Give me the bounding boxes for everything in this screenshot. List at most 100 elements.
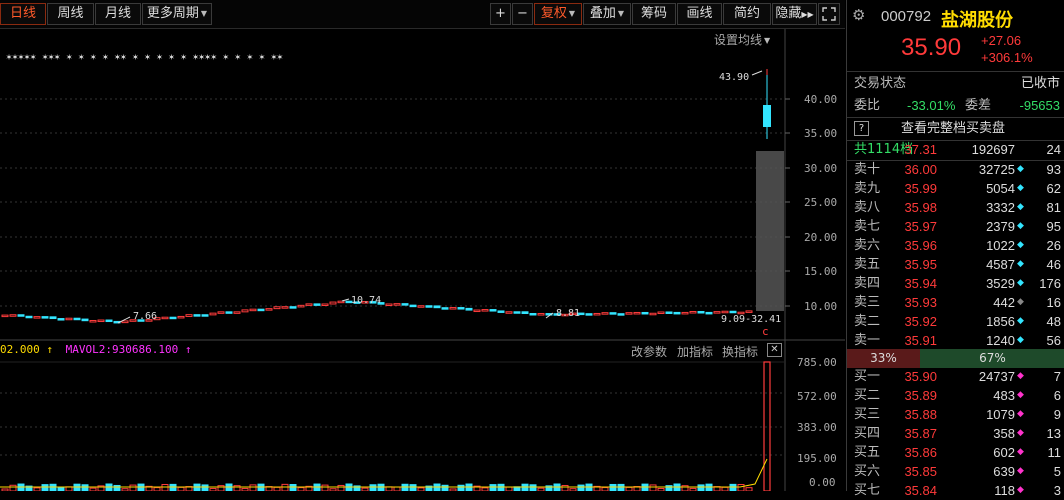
- tab-more-periods[interactable]: 更多周期 ▼: [142, 3, 212, 25]
- diamond-icon: ◆: [1017, 466, 1024, 476]
- bid-level-row[interactable]: 买二 35.89 483 ◆ 6: [847, 386, 1064, 405]
- set-ma-dropdown[interactable]: 设置均线 ▼: [714, 31, 770, 48]
- draw-line-button[interactable]: 画线: [677, 3, 722, 25]
- level-label: 卖八: [854, 200, 881, 215]
- bid-level-row[interactable]: 买六 35.85 639 ◆ 5: [847, 462, 1064, 481]
- ask-level-row[interactable]: 卖三 35.93 442 ◆ 16: [847, 293, 1064, 312]
- ask-level-row[interactable]: 卖五 35.95 4587 ◆ 46: [847, 255, 1064, 274]
- end-price-label: 9.09-32.41: [721, 314, 781, 325]
- level-price: 35.90: [904, 369, 937, 384]
- price-axis-ticks: [785, 98, 790, 307]
- level-price: 35.93: [904, 295, 937, 310]
- diamond-icon: ◆: [1017, 335, 1024, 345]
- trade-status-row: 交易状态 已收市: [847, 73, 1064, 95]
- candle: [433, 305, 441, 309]
- level-price: 35.92: [904, 314, 937, 329]
- zoom-out-button[interactable]: −: [512, 3, 533, 25]
- ask-level-row[interactable]: 卖四 35.94 3529 ◆ 176: [847, 274, 1064, 293]
- candle: [617, 313, 625, 316]
- ask-level-row[interactable]: 卖十 36.00 32725 ◆ 93: [847, 160, 1064, 179]
- candle: [489, 309, 497, 312]
- level-count: 95: [1046, 219, 1061, 234]
- low-price-label: 7.66: [133, 311, 157, 322]
- last-candle-body: [763, 105, 771, 127]
- expand-button[interactable]: [818, 3, 840, 25]
- fuquan-dropdown[interactable]: 复权 ▼: [534, 3, 582, 25]
- kline-chart-area[interactable]: ✶✶✶✶✶ ✶✶✶ ✶ ✶ ✶ ✶ ✶✶ ✶ ✶ ✶ ✶ ✶ ✶✶✶✶ ✶ ✶ …: [0, 29, 845, 492]
- level-price: 35.96: [904, 238, 937, 253]
- ask-level-row[interactable]: 卖九 35.99 5054 ◆ 62: [847, 179, 1064, 198]
- candle: [609, 312, 617, 315]
- zoom-in-button[interactable]: +: [490, 3, 511, 25]
- help-icon[interactable]: ?: [854, 121, 869, 136]
- level-count: 7: [1053, 369, 1061, 384]
- level-price: 35.88: [904, 407, 937, 422]
- volume-bar: [697, 484, 705, 492]
- ask-level-row[interactable]: 卖七 35.97 2379 ◆ 95: [847, 217, 1064, 236]
- tab-daily[interactable]: 日线: [0, 3, 46, 25]
- bid-level-row[interactable]: 买一 35.90 24737 ◆ 7: [847, 367, 1064, 386]
- fuquan-label: 复权: [540, 6, 567, 21]
- bid-level-row[interactable]: 买四 35.87 358 ◆ 13: [847, 424, 1064, 443]
- candle: [697, 311, 705, 314]
- high-price-label: 43.90: [719, 72, 749, 83]
- chips-button[interactable]: 筹码: [632, 3, 676, 25]
- candle: [41, 316, 49, 319]
- level-volume: 1079: [986, 407, 1015, 422]
- level-label: 买四: [854, 426, 881, 441]
- trade-status-value: 已收市: [1020, 76, 1060, 91]
- volume-bar: [401, 483, 409, 492]
- candle: [705, 311, 713, 315]
- kline-svg[interactable]: ✶✶✶✶✶ ✶✶✶ ✶ ✶ ✶ ✶ ✶✶ ✶ ✶ ✶ ✶ ✶ ✶✶✶✶ ✶ ✶ …: [0, 29, 845, 492]
- price-tick: 40.00: [804, 93, 837, 106]
- hide-button[interactable]: 隐藏▶▶: [772, 3, 817, 25]
- ask-level-row[interactable]: 卖六 35.96 1022 ◆ 26: [847, 236, 1064, 255]
- volume-bar: [409, 484, 417, 492]
- ask-level-row[interactable]: 卖一 35.91 1240 ◆ 56: [847, 331, 1064, 350]
- bid-level-row[interactable]: 买五 35.86 602 ◆ 11: [847, 443, 1064, 462]
- price-tick: 10.00: [804, 300, 837, 313]
- close-icon: ✕: [770, 344, 779, 355]
- volume-tick: 572.00: [797, 390, 837, 403]
- overlay-dropdown[interactable]: 叠加 ▼: [583, 3, 631, 25]
- level-price: 35.87: [904, 426, 937, 441]
- level-label: 买五: [854, 445, 881, 460]
- vol-legend-value: 02.000: [0, 343, 40, 356]
- volume-bar: [41, 484, 49, 492]
- level-volume: 5054: [986, 181, 1015, 196]
- full-book-row[interactable]: ? 查看完整档买卖盘: [847, 118, 1064, 140]
- mid-price-label: 8.81: [556, 308, 580, 319]
- switch-indicator-button[interactable]: 换指标: [722, 343, 758, 360]
- set-ma-label: 设置均线: [714, 33, 763, 47]
- candle: [201, 314, 209, 317]
- price-tick: 25.00: [804, 196, 837, 209]
- level-label: 卖七: [854, 219, 881, 234]
- volume-bar: [497, 483, 505, 492]
- price-change: +27.06: [981, 33, 1022, 48]
- level-price: 35.98: [904, 200, 937, 215]
- simple-button[interactable]: 简约: [723, 3, 771, 25]
- price-tick: 35.00: [804, 127, 837, 140]
- bid-level-row[interactable]: 买三 35.88 1079 ◆ 9: [847, 405, 1064, 424]
- edit-params-button[interactable]: 改参数: [631, 343, 667, 360]
- add-indicator-button[interactable]: 加指标: [677, 343, 713, 360]
- chart-toolbar: 日线 周线 月线 更多周期 ▼ + − 复权 ▼ 叠加 ▼ 筹码 画线 简约 隐藏▶▶: [0, 0, 845, 29]
- close-indicator-button[interactable]: ✕: [767, 343, 782, 357]
- volume-bar: [641, 483, 649, 492]
- volume-bar: [201, 484, 209, 492]
- candle: [81, 318, 89, 322]
- level-volume: 1240: [986, 333, 1015, 348]
- up-arrow-icon: ↑: [184, 343, 192, 356]
- full-book-label[interactable]: 查看完整档买卖盘: [901, 118, 1005, 140]
- signal-stars: ✶✶✶✶✶ ✶✶✶ ✶ ✶ ✶ ✶ ✶✶ ✶ ✶ ✶ ✶ ✶ ✶✶✶✶ ✶ ✶ …: [6, 52, 283, 63]
- tab-weekly[interactable]: 周线: [47, 3, 94, 25]
- volume-bar: [73, 483, 81, 492]
- gear-icon[interactable]: ⚙: [852, 7, 868, 23]
- ask-level-row[interactable]: 卖八 35.98 3332 ◆ 81: [847, 198, 1064, 217]
- candle: [521, 311, 529, 314]
- ask-level-row[interactable]: 卖二 35.92 1856 ◆ 48: [847, 312, 1064, 331]
- ratio-sell-share: 33%: [847, 349, 920, 368]
- diamond-icon: ◆: [1017, 202, 1024, 212]
- volume-legend: 02.000 ↑ MAVOL2:930686.100 ↑: [0, 343, 191, 356]
- tab-monthly[interactable]: 月线: [95, 3, 141, 25]
